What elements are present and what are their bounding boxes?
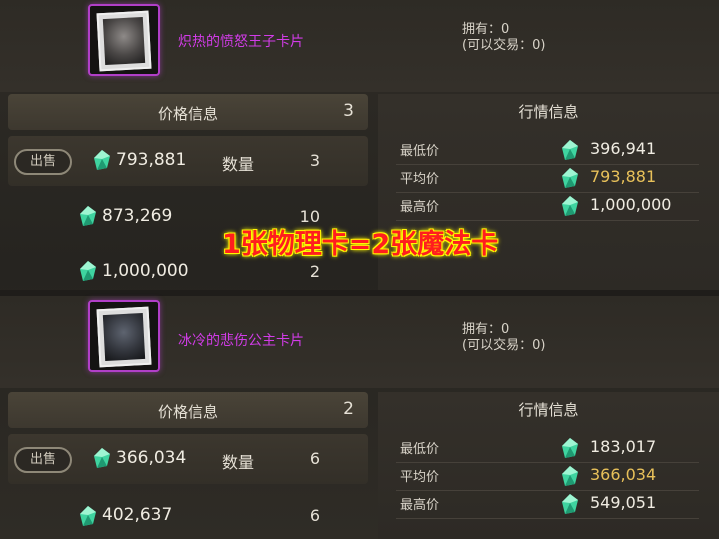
average-price-label: 平均价 <box>400 470 440 485</box>
listing-row[interactable]: 出售 793,881 数量 3 <box>8 136 368 186</box>
card-portrait-image <box>102 16 146 66</box>
tradeable-count: (可以交易：0) <box>462 38 546 53</box>
gem-icon <box>562 140 578 160</box>
lowest-price-label: 最低价 <box>400 442 440 457</box>
listing-quantity: 2 <box>309 262 320 281</box>
sell-button[interactable]: 出售 <box>14 447 72 473</box>
quantity-label: 数量 <box>222 155 255 174</box>
card-thumbnail-1[interactable] <box>88 4 160 76</box>
divider <box>396 220 699 221</box>
price-info-panel-2: 价格信息 2 出售 366,034 数量 6 402,637 6 <box>8 392 368 526</box>
gem-icon <box>562 196 578 216</box>
price-info-header: 价格信息 3 <box>8 94 368 130</box>
highest-price-value: 1,000,000 <box>590 195 672 214</box>
lowest-price-value: 183,017 <box>590 437 657 456</box>
lowest-price-label: 最低价 <box>400 144 440 159</box>
listing-count: 3 <box>343 101 354 121</box>
gem-icon <box>80 506 96 526</box>
gem-icon <box>562 466 578 486</box>
price-info-title: 价格信息 <box>157 403 218 421</box>
quantity-label: 数量 <box>222 453 255 472</box>
price-info-title: 价格信息 <box>157 105 218 123</box>
listing-price: 1,000,000 <box>102 261 189 281</box>
card-portrait-image <box>102 312 146 362</box>
owned-count: 拥有：0 <box>462 22 510 37</box>
divider <box>396 490 699 491</box>
market-info-panel-2: 行情信息 最低价 183,017 平均价 366,034 最高价 549,051 <box>378 392 719 539</box>
tradeable-count: (可以交易：0) <box>462 338 546 353</box>
ownership-info: 拥有：0 (可以交易：0) <box>462 22 545 54</box>
gem-icon <box>94 448 110 468</box>
gem-icon <box>562 494 578 514</box>
sell-button[interactable]: 出售 <box>14 149 72 175</box>
overlay-caption: 1张物理卡=2张魔法卡 <box>222 229 499 260</box>
average-price-value: 366,034 <box>590 465 657 484</box>
highest-price-label: 最高价 <box>400 498 440 513</box>
listing-price: 793,881 <box>116 150 187 170</box>
listing-price: 873,269 <box>102 206 173 226</box>
listing-price: 366,034 <box>116 448 187 468</box>
gem-icon <box>80 206 96 226</box>
gem-icon <box>562 168 578 188</box>
card-frame <box>96 306 152 368</box>
divider <box>396 518 699 519</box>
price-info-panel-1: 价格信息 3 出售 793,881 数量 3 873,269 10 1,000,… <box>8 94 368 281</box>
average-price-value: 793,881 <box>590 167 657 186</box>
card-name: 冰冷的悲伤公主卡片 <box>178 333 304 349</box>
market-info-title: 行情信息 <box>518 103 579 121</box>
gem-icon <box>80 261 96 281</box>
divider <box>396 462 699 463</box>
highest-price-value: 549,051 <box>590 493 657 512</box>
listing-price: 402,637 <box>102 505 173 525</box>
gem-icon <box>562 438 578 458</box>
average-price-label: 平均价 <box>400 172 440 187</box>
lowest-price-value: 396,941 <box>590 139 657 158</box>
listing-row[interactable]: 出售 366,034 数量 6 <box>8 434 368 484</box>
divider <box>396 164 699 165</box>
card-name: 炽热的愤怒王子卡片 <box>178 34 304 50</box>
owned-count: 拥有：0 <box>462 322 510 337</box>
highest-price-label: 最高价 <box>400 200 440 215</box>
divider <box>396 192 699 193</box>
gem-icon <box>94 150 110 170</box>
ownership-info: 拥有：0 (可以交易：0) <box>462 322 545 354</box>
price-info-header: 价格信息 2 <box>8 392 368 428</box>
card-frame <box>96 10 152 72</box>
listing-quantity: 6 <box>309 449 320 468</box>
listing-quantity: 6 <box>309 506 320 525</box>
card-thumbnail-2[interactable] <box>88 300 160 372</box>
listing-quantity: 3 <box>309 151 320 170</box>
market-info-title: 行情信息 <box>518 401 579 419</box>
listing-row[interactable]: 402,637 6 <box>8 492 368 538</box>
listing-count: 2 <box>343 399 354 419</box>
